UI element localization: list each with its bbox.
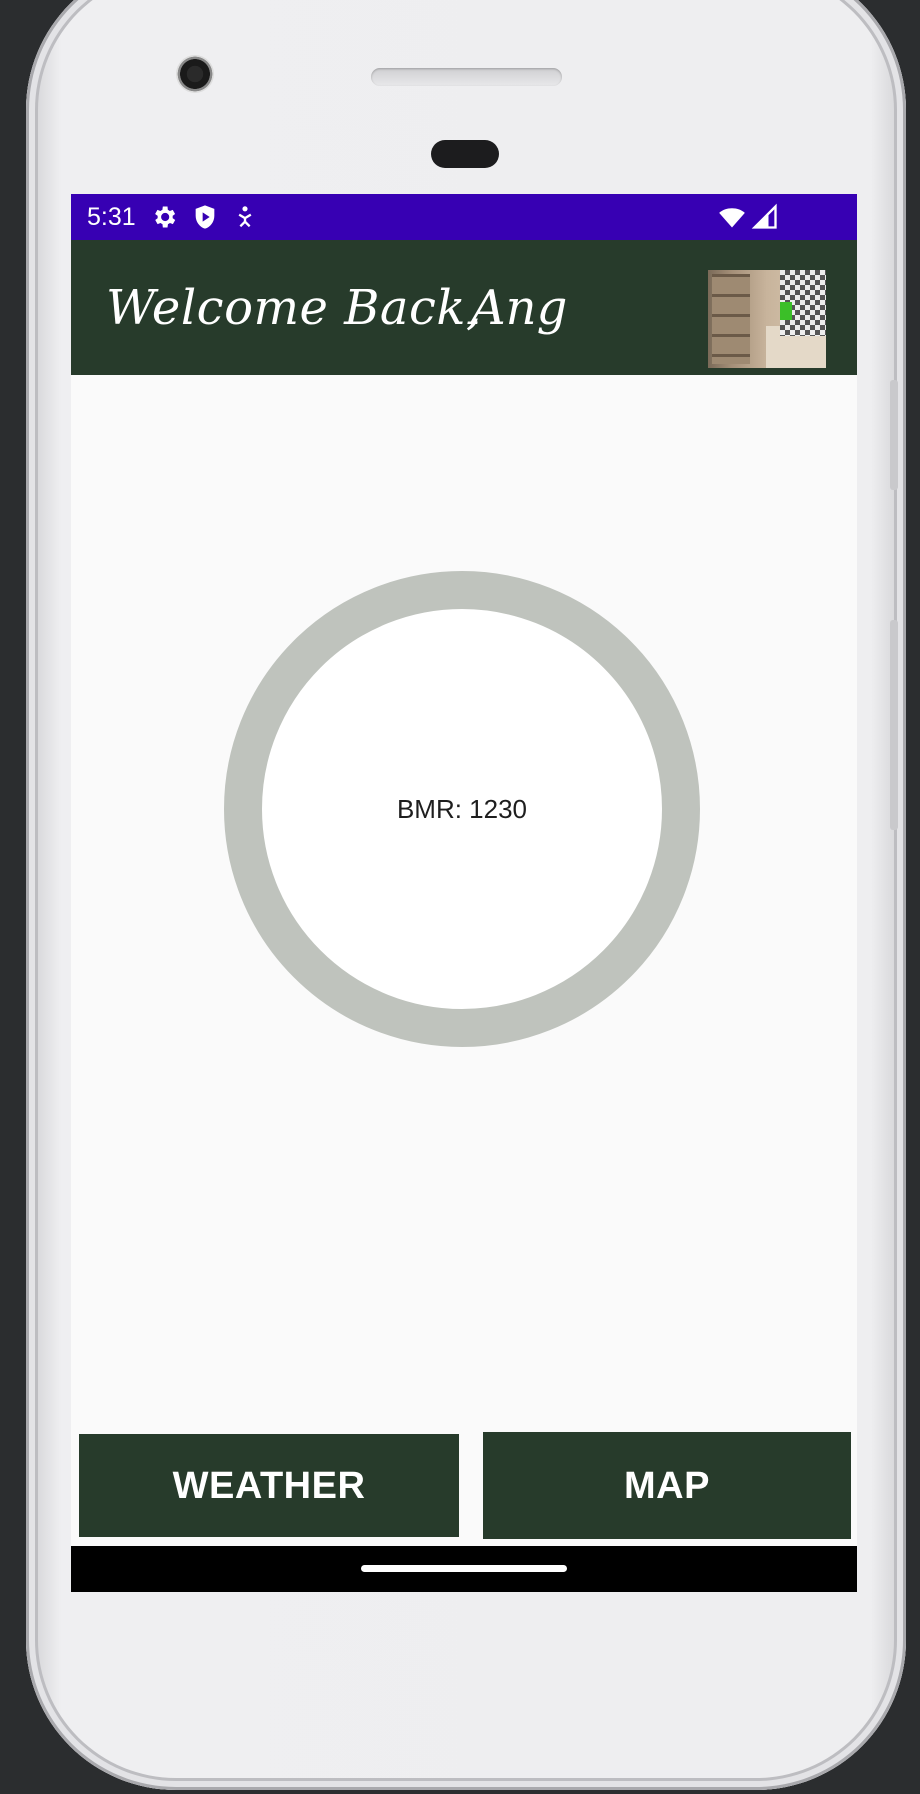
bmr-ring: BMR: 1230 xyxy=(224,571,700,1047)
power-button xyxy=(890,620,898,830)
status-bar: 5:31 xyxy=(71,194,857,240)
accessibility-icon xyxy=(238,206,252,228)
welcome-greeting: Welcome Back, xyxy=(106,280,482,336)
proximity-sensor xyxy=(431,140,499,168)
shield-play-icon xyxy=(195,205,215,229)
app-header: Welcome Back, Ang xyxy=(71,240,857,375)
home-gesture-handle[interactable] xyxy=(361,1565,567,1572)
volume-button xyxy=(890,380,898,490)
username-label: Ang xyxy=(471,280,568,336)
bmr-value: BMR: 1230 xyxy=(396,794,528,824)
status-time: 5:31 xyxy=(87,203,136,231)
cell-signal-icon xyxy=(751,203,777,229)
app-screen: 5:31 Welcome Back, Ang BMR: 1230 WEATHER… xyxy=(71,194,857,1592)
wifi-icon xyxy=(719,208,745,228)
navigation-bar xyxy=(71,1546,857,1592)
device-frame: 5:31 Welcome Back, Ang BMR: 1230 WEATHER… xyxy=(0,0,920,1794)
earpiece-speaker xyxy=(371,68,562,86)
weather-button[interactable]: WEATHER xyxy=(79,1434,459,1537)
map-button[interactable]: MAP xyxy=(483,1432,851,1539)
gear-icon xyxy=(155,206,176,228)
front-camera xyxy=(176,55,214,93)
profile-avatar[interactable] xyxy=(708,270,826,368)
